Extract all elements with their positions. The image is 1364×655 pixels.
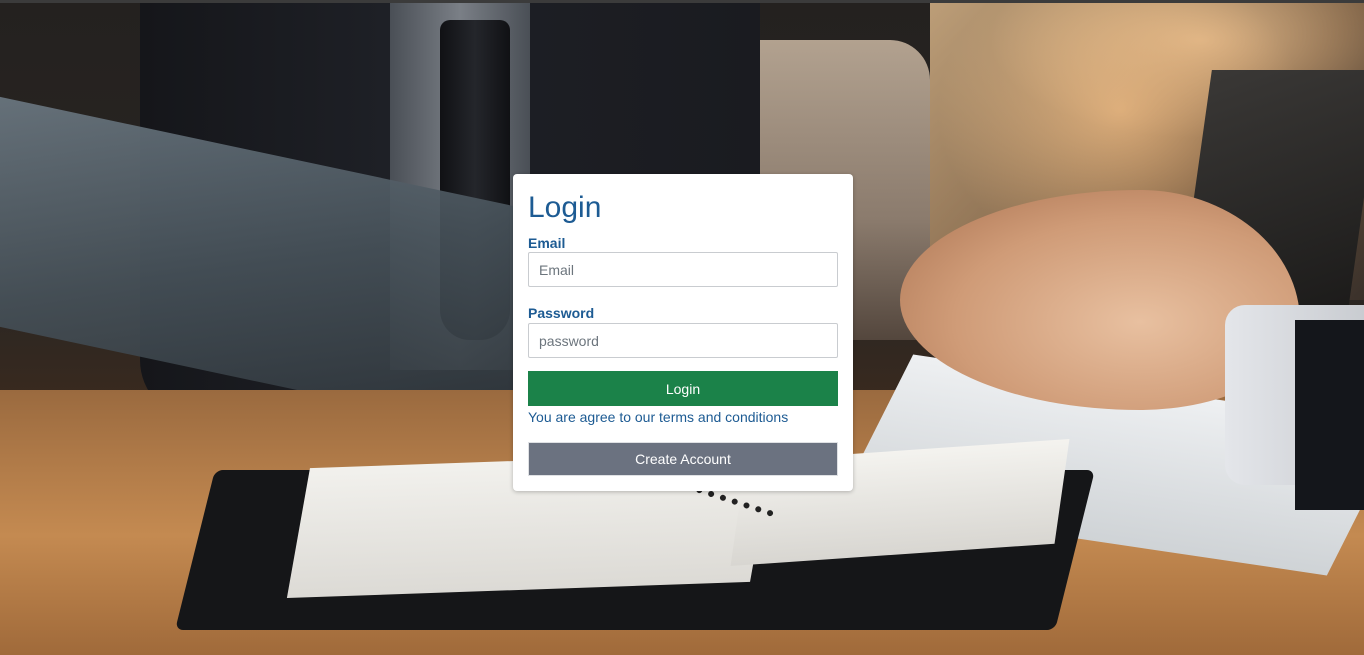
background-sleeve xyxy=(1295,320,1364,510)
email-input[interactable] xyxy=(528,252,838,287)
login-title: Login xyxy=(528,191,602,224)
login-button[interactable]: Login xyxy=(528,371,838,406)
create-account-button[interactable]: Create Account xyxy=(528,442,838,476)
terms-text: You are agree to our terms and condition… xyxy=(528,409,789,425)
login-card: Login Email Password Login You are agree… xyxy=(513,174,853,491)
email-label: Email xyxy=(528,235,566,251)
password-input[interactable] xyxy=(528,323,838,358)
password-label: Password xyxy=(528,305,595,321)
top-border xyxy=(0,0,1364,3)
page: Login Email Password Login You are agree… xyxy=(0,0,1364,655)
